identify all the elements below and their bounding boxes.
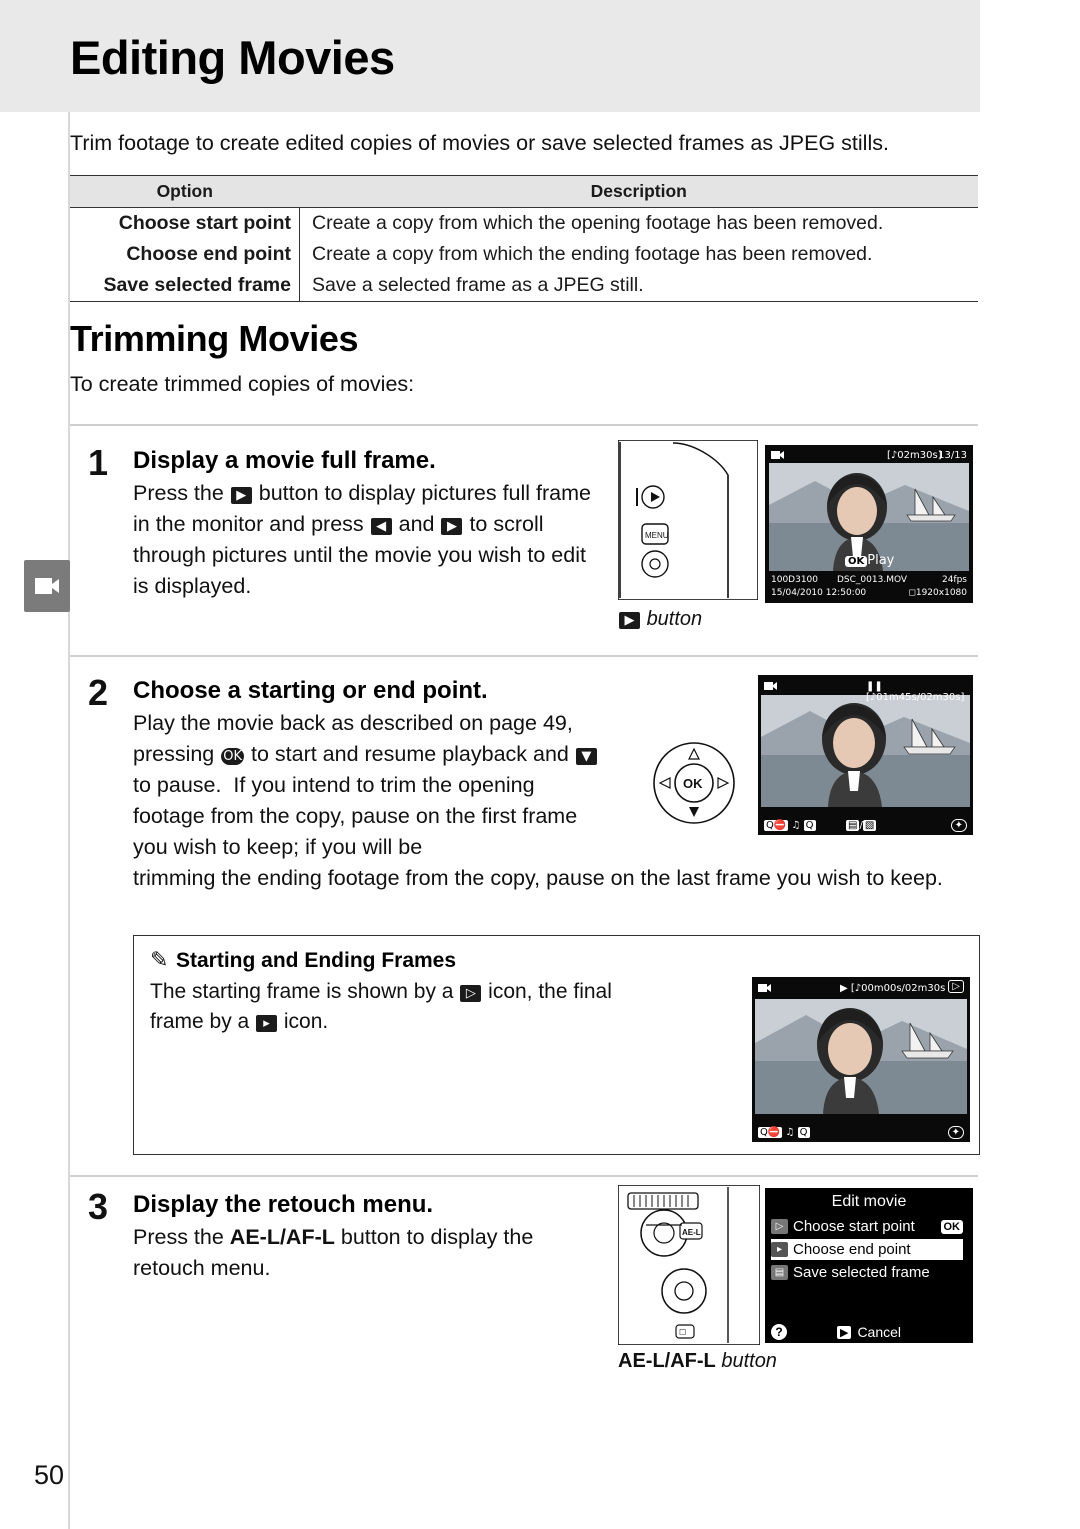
playback-icon: ▶ <box>836 1325 852 1339</box>
option-description: Create a copy from which the opening foo… <box>312 212 884 234</box>
section-heading: Trimming Movies <box>70 318 359 359</box>
step-1-title: Display a movie full frame. <box>133 447 436 474</box>
movie-icon <box>771 451 784 459</box>
chapter-tab-marker <box>24 560 70 612</box>
lcd2-bottom-right-icon: ✦ <box>950 819 967 832</box>
table-header-row: Option Description <box>70 175 978 208</box>
divider <box>70 1175 978 1177</box>
edit-movie-menu: Edit movie ▷ Choose start point OK ▸ Cho… <box>765 1188 973 1343</box>
step-3-number: 3 <box>88 1186 109 1227</box>
step-1-number: 1 <box>88 442 109 483</box>
note-text-c: icon. <box>278 1010 329 1033</box>
step-2-body-part1: Play the movie back as described on page… <box>133 708 603 863</box>
intro-text: Trim footage to create edited copies of … <box>70 131 889 155</box>
lcd1-date: 15/04/2010 12:50:00 <box>771 588 867 598</box>
end-point-icon: ▸ <box>771 1242 788 1257</box>
multi-selector-left-icon: ◀ <box>370 518 392 535</box>
document-page: Editing Movies Trim footage to create ed… <box>0 0 1080 1529</box>
options-table: Option Description Choose start point Cr… <box>70 175 978 302</box>
menu-item-choose-end-point[interactable]: ▸ Choose end point <box>771 1239 963 1260</box>
note-body: The starting frame is shown by a ▷ icon,… <box>150 977 620 1037</box>
step-2-title: Choose a starting or end point. <box>133 677 488 704</box>
section-lead: To create trimmed copies of movies: <box>70 372 415 396</box>
table-row: Choose end point Create a copy from whic… <box>70 239 978 270</box>
lcd1-file: DSC_0013.MOV <box>837 575 908 585</box>
divider <box>70 424 978 426</box>
svg-text:OK: OK <box>683 776 703 791</box>
menu-cancel-row[interactable]: ▶ Cancel <box>765 1324 973 1340</box>
step-2-number: 2 <box>88 672 109 713</box>
page-title: Editing Movies <box>70 31 395 84</box>
step-1-text-c: and <box>392 512 441 536</box>
col-option: Option <box>70 175 300 208</box>
step-2-body-part2: trimming the ending footage from the cop… <box>133 866 943 890</box>
multi-selector-right-icon: ▶ <box>441 518 463 535</box>
cancel-label: Cancel <box>857 1324 902 1340</box>
lcd1-fps: 24fps <box>941 575 967 585</box>
movie-icon <box>764 682 777 690</box>
step-3-caption: AE-L/AF-L button <box>618 1350 777 1372</box>
pencil-icon: ✎ <box>150 947 169 972</box>
table-row: Save selected frame Save a selected fram… <box>70 270 978 302</box>
step-3-title: Display the retouch menu. <box>133 1191 434 1218</box>
start-frame-icon: ▷ <box>460 985 482 1002</box>
lcd3-start-frame-badge: ▷ <box>948 980 964 993</box>
lcd2-time: ❚❚ [♪01m45s/02m30s] <box>866 681 965 703</box>
lcd3-bottom-left-icons: Q⛔ ♫ Q <box>758 1127 810 1138</box>
menu-item-save-selected-frame[interactable]: ▤ Save selected frame <box>771 1262 963 1283</box>
step-1-caption: ▶ button <box>618 608 702 631</box>
save-frame-icon: ▤ <box>771 1265 788 1280</box>
lcd-screen-movie-playback: ❚❚ [♪01m45s/02m30s] Q⛔ ♫ Q ▤ / ▧ ✦ <box>758 675 973 835</box>
option-name: Choose start point <box>70 207 300 239</box>
lcd2-bottom-left-icons: Q⛔ ♫ Q <box>764 820 816 831</box>
menu-item-label: Save selected frame <box>793 1264 930 1281</box>
menu-title: Edit movie <box>831 1193 907 1210</box>
playback-icon: ▶ <box>230 487 252 504</box>
option-description: Create a copy from which the ending foot… <box>312 243 873 265</box>
lcd-screen-start-frame: ▶ [♪00m00s/02m30s ▷ Q⛔ ♫ Q ✦ <box>752 977 970 1142</box>
page-number: 50 <box>34 1460 65 1490</box>
camera-back-illustration-1: MENU <box>617 439 759 601</box>
option-description: Save a selected frame as a JPEG still. <box>299 270 978 302</box>
note-text-a: The starting frame is shown by a <box>150 980 460 1003</box>
note-title: Starting and Ending Frames <box>176 949 457 972</box>
end-frame-icon: ▸ <box>256 1015 278 1032</box>
step-3-caption-bold: AE-L/AF-L <box>618 1350 716 1372</box>
ok-badge: OK <box>940 1219 963 1234</box>
option-name: Save selected frame <box>70 270 300 302</box>
divider <box>70 655 978 657</box>
lcd1-folder: 100D3100 <box>771 575 819 585</box>
step-3-body: Press the AE-L/AF-L button to display th… <box>133 1225 534 1280</box>
lcd2-bottom-center-icons: ▤ / ▧ <box>846 820 877 831</box>
step-1-text-a: Press the <box>133 481 230 505</box>
lcd3-bottom-right-icon: ✦ <box>947 1126 964 1139</box>
lcd1-size: ◻1920x1080 <box>908 588 967 598</box>
multi-selector-illustration: OK <box>648 735 740 831</box>
svg-text:MENU: MENU <box>645 531 669 540</box>
lcd1-ok-play: OK Play <box>845 553 894 568</box>
multi-selector-down-icon: ▼ <box>575 748 597 765</box>
col-description: Description <box>299 175 978 208</box>
lcd3-time: ▶ [♪00m00s/02m30s <box>840 983 946 994</box>
step-1-body: Press the ▶ button to display pictures f… <box>133 478 595 602</box>
table-row: Choose start point Create a copy from wh… <box>70 207 978 239</box>
start-point-icon: ▷ <box>771 1219 788 1234</box>
playback-icon: ▶ <box>619 612 640 629</box>
lcd1-time: [♪02m30s] <box>887 450 942 461</box>
ok-button-icon: OK <box>221 748 245 765</box>
menu-item-choose-start-point[interactable]: ▷ Choose start point OK <box>771 1216 963 1237</box>
menu-item-label: Choose start point <box>793 1218 915 1235</box>
svg-text:AE-L: AE-L <box>682 1228 701 1237</box>
lcd-screen-playback: [♪02m30s] 13/13 OK Play 100D3100 DSC_0013… <box>765 445 973 603</box>
option-name: Choose end point <box>70 239 300 270</box>
lcd1-frame-count: 13/13 <box>938 450 967 461</box>
menu-item-label: Choose end point <box>793 1241 911 1258</box>
svg-text:☐: ☐ <box>679 1328 686 1337</box>
movie-icon <box>35 578 59 594</box>
camera-back-illustration-2: AE-L ☐ <box>617 1184 761 1346</box>
movie-icon <box>758 984 771 992</box>
